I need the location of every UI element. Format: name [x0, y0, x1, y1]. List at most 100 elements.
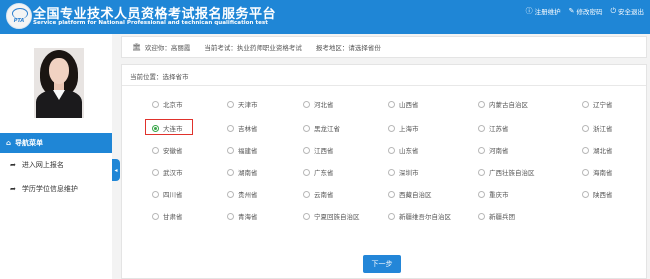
radio-button[interactable]: [227, 146, 234, 154]
province-option[interactable]: 湖北省: [582, 145, 613, 155]
register-maintain-link[interactable]: ⓘ 注册维护: [526, 6, 561, 16]
radio-button[interactable]: [303, 124, 310, 132]
radio-button[interactable]: [388, 100, 395, 108]
radio-button[interactable]: [227, 124, 234, 132]
province-option[interactable]: 深圳市: [388, 167, 419, 177]
province-label: 海南省: [593, 169, 613, 177]
province-label: 河南省: [489, 147, 509, 155]
province-option[interactable]: 浙江省: [582, 123, 613, 133]
radio-button[interactable]: [152, 212, 159, 220]
province-option[interactable]: 上海市: [388, 123, 419, 133]
province-option[interactable]: 青海省: [227, 211, 258, 221]
province-label: 广西壮族自治区: [489, 169, 535, 177]
province-option[interactable]: 内蒙古自治区: [478, 99, 528, 109]
radio-button[interactable]: [388, 212, 395, 220]
radio-button[interactable]: [478, 190, 485, 198]
radio-button[interactable]: [478, 100, 485, 108]
radio-button[interactable]: [582, 146, 589, 154]
province-label: 新疆维吾尔自治区: [399, 213, 451, 221]
radio-button[interactable]: [303, 212, 310, 220]
province-option[interactable]: 贵州省: [227, 189, 258, 199]
province-label: 内蒙古自治区: [489, 101, 528, 109]
province-option[interactable]: 黑龙江省: [303, 123, 340, 133]
province-option[interactable]: 广东省: [303, 167, 334, 177]
province-option[interactable]: 重庆市: [478, 189, 509, 199]
next-step-button[interactable]: 下一步: [363, 255, 401, 273]
radio-button[interactable]: [478, 124, 485, 132]
province-option[interactable]: 广西壮族自治区: [478, 167, 535, 177]
province-option[interactable]: 西藏自治区: [388, 189, 432, 199]
radio-button[interactable]: [478, 168, 485, 176]
province-option[interactable]: 辽宁省: [582, 99, 613, 109]
province-option[interactable]: 陕西省: [582, 189, 613, 199]
province-option[interactable]: 河南省: [478, 145, 509, 155]
logout-label: 安全退出: [618, 8, 644, 16]
province-option[interactable]: 大连市: [152, 123, 183, 133]
province-label: 上海市: [399, 125, 419, 133]
province-option[interactable]: 云南省: [303, 189, 334, 199]
province-option[interactable]: 武汉市: [152, 167, 183, 177]
radio-button[interactable]: [152, 168, 159, 176]
change-password-label: 修改密码: [576, 8, 603, 16]
province-label: 西藏自治区: [399, 191, 432, 199]
province-label: 河北省: [314, 101, 334, 109]
radio-button[interactable]: [152, 190, 159, 198]
radio-button[interactable]: [478, 212, 485, 220]
radio-button[interactable]: [582, 124, 589, 132]
province-label: 甘肃省: [163, 213, 183, 221]
province-option[interactable]: 山西省: [388, 99, 419, 109]
province-label: 辽宁省: [593, 101, 613, 109]
region-text: 报考地区：请选择省份: [315, 44, 381, 52]
province-label: 湖北省: [593, 147, 613, 155]
sidebar-item-education-info[interactable]: ➦ 学历学位信息维护: [0, 179, 112, 199]
radio-button[interactable]: [388, 124, 395, 132]
radio-button[interactable]: [227, 168, 234, 176]
province-option[interactable]: 四川省: [152, 189, 183, 199]
radio-button[interactable]: [227, 212, 234, 220]
province-option[interactable]: 福建省: [227, 145, 258, 155]
radio-button[interactable]: [152, 100, 159, 108]
province-label: 江苏省: [489, 125, 509, 133]
welcome-text: 欢迎你：高丽霞: [144, 44, 191, 52]
radio-button[interactable]: [582, 100, 589, 108]
radio-button[interactable]: [388, 146, 395, 154]
radio-button[interactable]: [388, 190, 395, 198]
province-option[interactable]: 山东省: [388, 145, 419, 155]
province-option[interactable]: 吉林省: [227, 123, 258, 133]
province-label: 陕西省: [593, 191, 613, 199]
province-option[interactable]: 江西省: [303, 145, 334, 155]
edit-icon: ✎: [568, 6, 575, 15]
radio-button[interactable]: [152, 146, 159, 154]
province-option[interactable]: 宁夏回族自治区: [303, 211, 360, 221]
province-option[interactable]: 湖南省: [227, 167, 258, 177]
sidebar-item-online-registration[interactable]: ➦ 进入网上报名: [0, 155, 112, 175]
province-option[interactable]: 河北省: [303, 99, 334, 109]
logout-link[interactable]: ⏻ 安全退出: [610, 6, 644, 16]
radio-button[interactable]: [478, 146, 485, 154]
province-option[interactable]: 天津市: [227, 99, 258, 109]
bank-icon: 🏛: [132, 42, 141, 51]
radio-button[interactable]: [303, 146, 310, 154]
change-password-link[interactable]: ✎ 修改密码: [569, 6, 603, 16]
radio-button[interactable]: [388, 168, 395, 176]
province-label: 青海省: [238, 213, 258, 221]
nav-menu-header[interactable]: ⌂ 导航菜单: [0, 133, 112, 153]
radio-button[interactable]: [227, 190, 234, 198]
province-option[interactable]: 江苏省: [478, 123, 509, 133]
radio-button[interactable]: [227, 100, 234, 108]
province-option[interactable]: 北京市: [152, 99, 183, 109]
radio-button[interactable]: [303, 100, 310, 108]
province-label: 云南省: [314, 191, 334, 199]
info-bar: 🏛 欢迎你：高丽霞 当前考试：执业药师职业资格考试 报考地区：请选择省份: [121, 36, 647, 58]
province-option[interactable]: 新疆兵团: [478, 211, 515, 221]
province-option[interactable]: 新疆维吾尔自治区: [388, 211, 451, 221]
province-option[interactable]: 甘肃省: [152, 211, 183, 221]
radio-button[interactable]: [303, 168, 310, 176]
radio-button[interactable]: [152, 124, 159, 132]
province-option[interactable]: 安徽省: [152, 145, 183, 155]
province-option[interactable]: 海南省: [582, 167, 613, 177]
sidebar-collapse-toggle[interactable]: ◂: [112, 159, 120, 181]
radio-button[interactable]: [582, 168, 589, 176]
radio-button[interactable]: [303, 190, 310, 198]
radio-button[interactable]: [582, 190, 589, 198]
